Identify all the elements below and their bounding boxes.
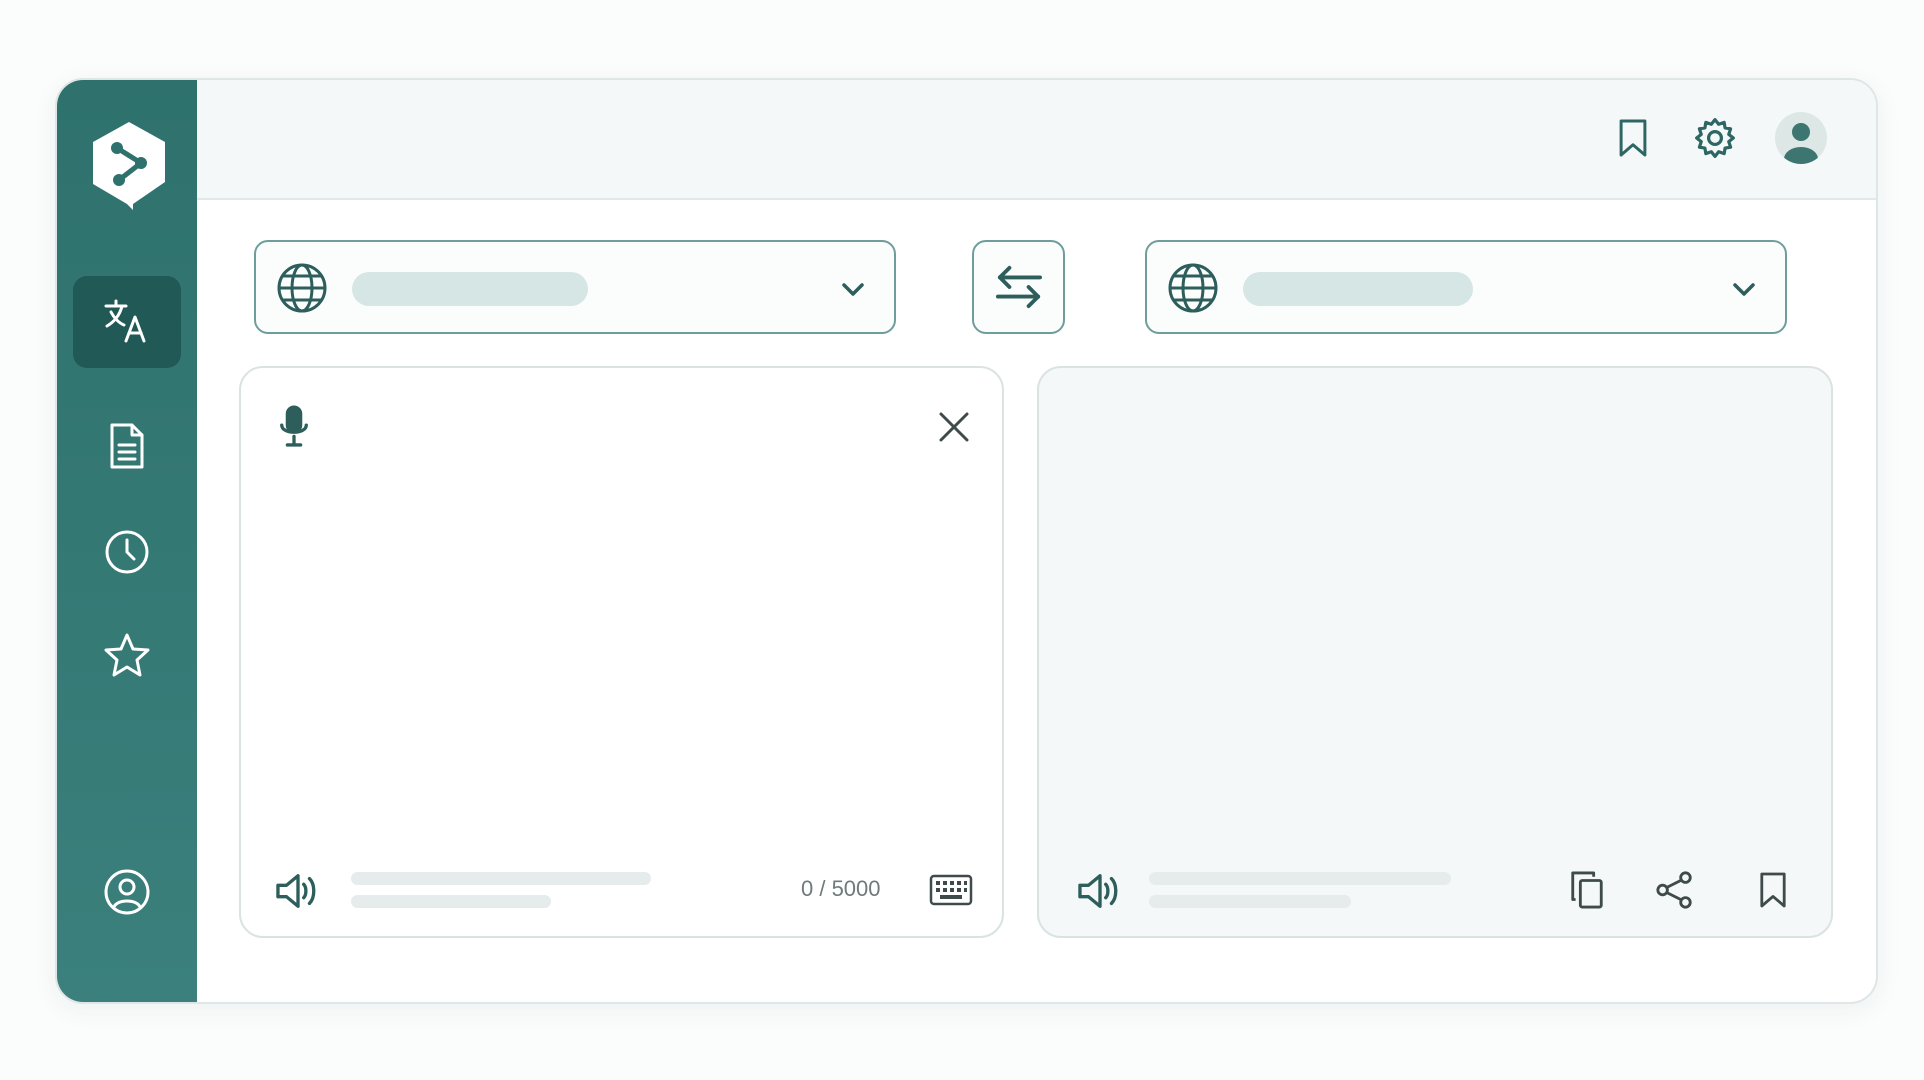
- clear-text-button[interactable]: [931, 404, 977, 450]
- microphone-icon: [280, 405, 308, 447]
- source-text-input[interactable]: [271, 468, 971, 828]
- copy-translation-button[interactable]: [1563, 866, 1611, 914]
- chevron-down-icon: [842, 283, 864, 296]
- sidebar-item-translate[interactable]: [73, 276, 181, 368]
- close-icon: [939, 412, 969, 442]
- save-translation-button[interactable]: [1749, 866, 1797, 914]
- translator-content: 0 / 5000: [197, 200, 1876, 1002]
- character-count: 0 / 5000: [801, 876, 881, 901]
- virtual-keyboard-button[interactable]: [927, 868, 975, 912]
- speaker-icon: [276, 874, 316, 908]
- source-language-label: [352, 272, 588, 306]
- translation-output-panel: [1037, 366, 1833, 938]
- text-placeholder-line: [351, 872, 651, 885]
- swap-languages-button[interactable]: [972, 240, 1065, 334]
- top-bar: [197, 80, 1876, 200]
- app-window: 0 / 5000: [55, 78, 1878, 1004]
- saved-button[interactable]: [1603, 108, 1663, 168]
- listen-translation-button[interactable]: [1073, 866, 1127, 916]
- history-clock-icon: [105, 530, 149, 574]
- app-logo[interactable]: [87, 118, 171, 212]
- sidebar-item-history[interactable]: [73, 506, 181, 598]
- text-placeholder-line: [351, 895, 551, 908]
- sidebar-item-account[interactable]: [73, 846, 181, 938]
- voice-input-button[interactable]: [271, 402, 317, 452]
- globe-icon: [1168, 263, 1218, 313]
- sidebar-item-documents[interactable]: [73, 400, 181, 492]
- sidebar: [57, 80, 197, 1002]
- user-circle-icon: [104, 869, 150, 915]
- sidebar-item-favorites[interactable]: [73, 610, 181, 702]
- copy-icon: [1571, 871, 1603, 909]
- star-icon: [104, 633, 150, 677]
- document-icon: [110, 423, 144, 469]
- share-icon: [1656, 871, 1692, 909]
- target-language-label: [1243, 272, 1473, 306]
- source-text-panel: 0 / 5000: [239, 366, 1004, 938]
- source-language-select[interactable]: [254, 240, 896, 334]
- translate-icon: [104, 299, 146, 343]
- text-placeholder-line: [1149, 872, 1451, 885]
- target-language-select[interactable]: [1145, 240, 1787, 334]
- globe-icon: [277, 263, 327, 313]
- swap-arrows-icon: [995, 265, 1042, 309]
- avatar-icon: [1775, 112, 1827, 164]
- keyboard-icon: [929, 874, 973, 906]
- share-translation-button[interactable]: [1651, 866, 1699, 914]
- listen-source-button[interactable]: [271, 866, 325, 916]
- chevron-down-icon: [1733, 283, 1755, 296]
- gear-icon: [1695, 118, 1735, 158]
- bookmark-icon: [1760, 872, 1786, 908]
- speaker-icon: [1078, 874, 1118, 908]
- bookmark-icon: [1619, 119, 1647, 157]
- share-hexagon-icon: [93, 122, 165, 210]
- profile-avatar[interactable]: [1771, 108, 1831, 168]
- text-placeholder-line: [1149, 895, 1351, 908]
- settings-button[interactable]: [1685, 108, 1745, 168]
